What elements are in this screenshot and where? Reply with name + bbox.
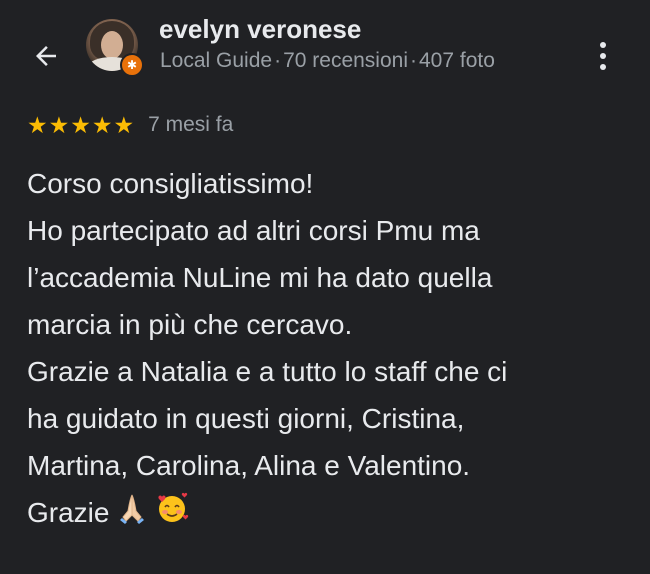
review-line: Corso consigliatissimo!	[27, 168, 314, 199]
star-icon: ★	[113, 111, 135, 138]
review-body: Corso consigliatissimo! Ho partecipato a…	[27, 160, 637, 539]
back-button[interactable]	[28, 38, 64, 74]
star-icon: ★	[48, 111, 70, 138]
review-line: marcia in più che cercavo.	[27, 309, 353, 340]
user-role: Local Guide	[160, 49, 273, 72]
star-rating: ★ ★ ★ ★ ★	[27, 111, 135, 138]
local-guide-star-icon: ✱	[120, 53, 144, 77]
user-avatar-container[interactable]: ✱	[86, 19, 144, 77]
review-line: Ho partecipato ad altri corsi Pmu ma	[27, 215, 480, 246]
star-icon: ★	[70, 111, 91, 138]
folded-hands-emoji	[115, 491, 149, 539]
meta-separator: ·	[274, 49, 282, 72]
user-name[interactable]: evelyn veronese	[159, 14, 361, 45]
star-icon: ★	[27, 111, 48, 138]
reviews-count: 70 recensioni	[283, 49, 408, 72]
meta-separator: ·	[410, 49, 417, 72]
star-icon: ★	[91, 111, 113, 138]
review-line: ha guidato in questi giorni, Cristina,	[27, 403, 465, 434]
review-last-line: Grazie	[27, 489, 637, 539]
review-line: Grazie	[27, 497, 110, 528]
review-line: l’accademia NuLine mi ha dato quella	[27, 262, 493, 293]
review-header: ✱ evelyn veronese Local Guide·70 recensi…	[0, 0, 650, 100]
review-line: Grazie a Natalia e a tutto lo staff che …	[27, 356, 508, 387]
more-options-button[interactable]	[588, 36, 618, 76]
user-meta: Local Guide·70 recensioni·407 foto	[160, 49, 495, 73]
arrow-back-icon	[36, 46, 56, 66]
review-line: Martina, Carolina, Alina e Valentino.	[27, 450, 471, 481]
smiling-face-with-hearts-emoji	[155, 491, 189, 539]
rating-row: ★ ★ ★ ★ ★ 7 mesi fa	[27, 110, 233, 140]
more-vert-icon	[600, 42, 606, 48]
review-date: 7 mesi fa	[148, 113, 234, 136]
photos-count: 407 foto	[419, 49, 495, 72]
